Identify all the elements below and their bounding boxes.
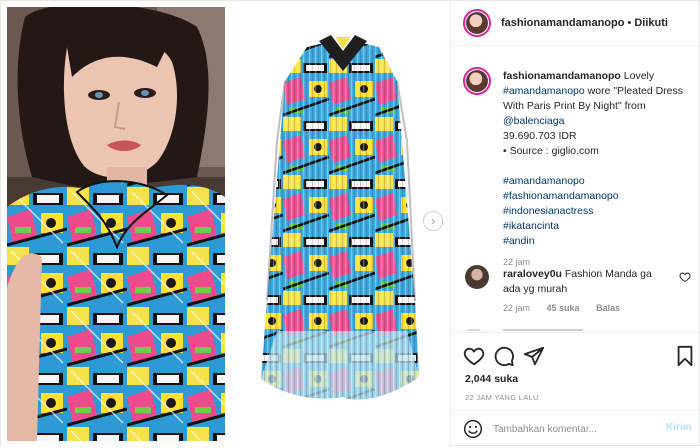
add-comment-bar: Kirim [451, 410, 700, 448]
commenter-username[interactable]: raraloveу0u [503, 268, 562, 280]
caption-hashtag[interactable]: #andin [503, 235, 535, 247]
post-timestamp: 22 JAM YANG LALU [465, 393, 539, 402]
paper-plane-icon[interactable] [523, 345, 545, 367]
instagram-post: › fashionamandamanopo • Diikuti fashiona… [0, 0, 700, 447]
post-comment-button[interactable]: Kirim [666, 422, 692, 433]
next-slide-button[interactable]: › [423, 211, 443, 231]
smiley-icon[interactable] [463, 419, 483, 439]
caption-timestamp: 22 jam [503, 257, 531, 267]
post-header: fashionamandamanopo • Diikuti [451, 1, 700, 46]
caption-price: 39.690.703 IDR [503, 130, 577, 142]
comment-meta: 22 jam 45 suka Balas [503, 303, 634, 313]
caption-avatar[interactable] [463, 67, 491, 95]
following-button[interactable]: Diikuti [634, 17, 668, 29]
caption-username[interactable]: fashionamandamanopo [503, 70, 621, 82]
caption-mention-balenciaga[interactable]: @balenciaga [503, 115, 564, 127]
comment-icon[interactable] [493, 345, 515, 367]
caption-hashtag[interactable]: #indonesianactress [503, 205, 593, 217]
post-side-panel: fashionamandamanopo • Diikuti fashionama… [450, 1, 700, 447]
caption-hashtag-amandamanopo[interactable]: #amandamanopo [503, 85, 585, 97]
author-avatar[interactable] [463, 9, 491, 37]
caption-text: fashionamandamanopo Lovely #amandamanopo… [503, 69, 693, 249]
comment-likes[interactable]: 45 suka [547, 303, 580, 313]
author-username[interactable]: fashionamandamanopo [501, 17, 624, 29]
reply-button[interactable]: Balas [596, 303, 620, 313]
heart-icon[interactable] [463, 345, 485, 367]
header-separator: • [627, 17, 632, 29]
commenter-avatar[interactable] [465, 265, 489, 289]
photo-woman-wearing-dress [7, 7, 225, 441]
caption-source: • Source : giglio.com [503, 145, 599, 157]
chevron-right-icon: › [430, 213, 436, 228]
comment-input[interactable] [493, 419, 653, 439]
caption-line1: Lovely [623, 70, 655, 82]
product-photo-pleated-dress [237, 1, 449, 447]
bookmark-icon[interactable] [674, 345, 696, 367]
comment-heart-icon[interactable] [679, 271, 691, 283]
caption-hashtag[interactable]: #ikatancinta [503, 220, 559, 232]
post-actions: 2,044 suka 22 JAM YANG LALU Kirim [451, 332, 700, 447]
comment-text: raraloveу0u Fashion Manda ga ada yg mura… [503, 267, 668, 297]
caption-hashtag[interactable]: #amandamanopo [503, 175, 585, 187]
comments-section: fashionamandamanopo Lovely #amandamanopo… [451, 47, 700, 331]
post-media-carousel[interactable]: › [1, 1, 449, 447]
partial-comment-row [465, 329, 585, 331]
likes-count[interactable]: 2,044 suka [465, 373, 518, 385]
comment-timestamp: 22 jam [503, 303, 531, 313]
caption-hashtag[interactable]: #fashionamandamanopo [503, 190, 619, 202]
